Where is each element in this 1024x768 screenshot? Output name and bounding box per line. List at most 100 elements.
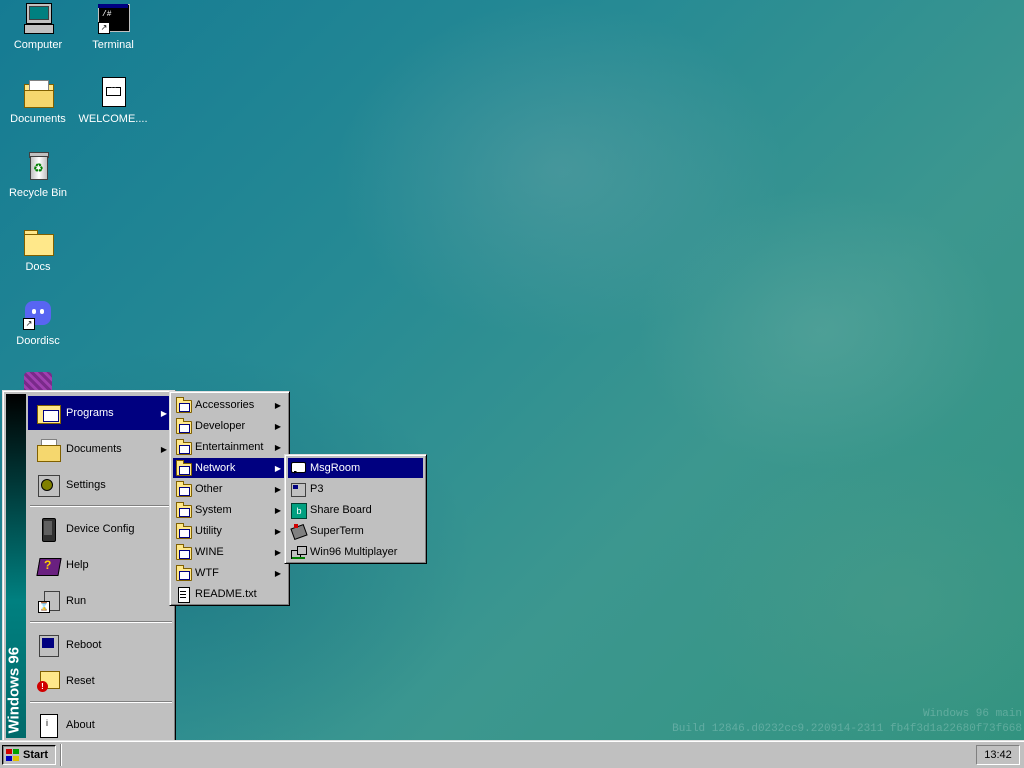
- start-menu-brand-band: Windows 96: [6, 394, 26, 738]
- programs-item-accessories[interactable]: Accessories ▶: [173, 395, 286, 415]
- submenu-arrow-icon: ▶: [274, 442, 281, 452]
- menu-separator: [30, 621, 172, 623]
- programs-item-label: Accessories: [195, 399, 255, 411]
- programs-item-label: Other: [195, 483, 223, 495]
- submenu-arrow-icon: ▶: [274, 526, 281, 536]
- folder-icon: [175, 481, 192, 497]
- desktop-icon-computer[interactable]: Computer: [0, 2, 76, 52]
- start-menu-item-about[interactable]: i About: [28, 708, 174, 742]
- programs-submenu: Accessories ▶ Developer ▶ Entertainment …: [169, 391, 290, 606]
- build-watermark-line2: Build 12846.d0232cc9.220914-2311 fb4f3d1…: [672, 723, 1022, 735]
- partial-desktop-icon: [24, 372, 52, 392]
- submenu-arrow-icon: ▶: [274, 421, 281, 431]
- start-menu-item-label: Documents: [66, 443, 122, 455]
- programs-icon: [36, 401, 61, 425]
- start-menu-item-label: Run: [66, 595, 87, 607]
- network-item-label: SuperTerm: [310, 525, 364, 537]
- network-item-label: Share Board: [310, 504, 372, 516]
- desktop-icon-recycle-bin[interactable]: ♻ Recycle Bin: [0, 150, 76, 200]
- system-tray-clock[interactable]: 13:42: [976, 745, 1020, 765]
- settings-icon: [36, 473, 60, 497]
- programs-item-wine[interactable]: WINE ▶: [173, 542, 286, 562]
- markdown-file-icon: M: [96, 76, 130, 110]
- clock-text: 13:42: [984, 749, 1012, 761]
- documents-icon: [36, 437, 61, 462]
- start-menu-item-label: Reset: [66, 675, 95, 687]
- programs-item-developer[interactable]: Developer ▶: [173, 416, 286, 436]
- desktop-icon-label: WELCOME....: [78, 113, 148, 125]
- desktop-icon-documents[interactable]: Documents: [0, 76, 76, 126]
- desktop-icon-docs[interactable]: Docs: [0, 224, 76, 274]
- help-icon: ?: [36, 553, 62, 577]
- network-item-msgroom[interactable]: MsgRoom: [288, 458, 423, 478]
- run-icon: ⌛: [36, 589, 60, 613]
- desktop-icon-terminal[interactable]: /# ↗ Terminal: [75, 2, 151, 52]
- desktop-icon-welcome[interactable]: M WELCOME....: [75, 76, 151, 126]
- start-menu-item-help[interactable]: ? Help: [28, 548, 174, 582]
- submenu-arrow-icon: ▶: [274, 484, 281, 494]
- programs-item-other[interactable]: Other ▶: [173, 479, 286, 499]
- multiplayer-icon: [290, 544, 307, 560]
- programs-item-label: WTF: [195, 567, 219, 579]
- folder-icon: [175, 523, 192, 539]
- text-file-icon: [175, 586, 191, 603]
- start-menu-item-label: Settings: [66, 479, 106, 491]
- taskbar: Start 13:42: [0, 740, 1024, 768]
- msgroom-icon: [290, 460, 306, 476]
- start-menu-item-documents[interactable]: Documents ▶: [28, 432, 174, 466]
- p3-icon: [290, 481, 306, 497]
- submenu-arrow-icon: ▶: [160, 408, 167, 418]
- start-menu-item-settings[interactable]: Settings: [28, 468, 174, 502]
- terminal-icon: /# ↗: [96, 2, 130, 36]
- folder-icon: [175, 565, 192, 581]
- network-item-p3[interactable]: P3: [288, 479, 423, 499]
- build-watermark-line1: Windows 96 main: [922, 708, 1022, 720]
- start-menu-item-label: Help: [66, 559, 89, 571]
- programs-item-wtf[interactable]: WTF ▶: [173, 563, 286, 583]
- start-menu-item-label: Reboot: [66, 639, 102, 651]
- submenu-arrow-icon: ▶: [274, 463, 281, 473]
- start-menu-item-programs[interactable]: Programs ▶: [28, 396, 174, 430]
- programs-item-label: Entertainment: [195, 441, 264, 453]
- share-board-icon: b: [290, 502, 307, 519]
- folder-icon: [21, 224, 55, 258]
- submenu-arrow-icon: ▶: [274, 568, 281, 578]
- superterm-icon: [290, 523, 308, 541]
- start-menu: Windows 96 Programs ▶ Documents ▶ Settin…: [2, 390, 176, 742]
- network-item-label: P3: [310, 483, 324, 495]
- network-item-share-board[interactable]: b Share Board: [288, 500, 423, 520]
- desktop-icon-label: Documents: [10, 113, 66, 125]
- about-icon: i: [36, 713, 60, 738]
- submenu-arrow-icon: ▶: [274, 505, 281, 515]
- folder-icon: [175, 418, 192, 434]
- programs-item-network[interactable]: Network ▶: [173, 458, 286, 478]
- reset-icon: !: [36, 669, 60, 693]
- programs-item-entertainment[interactable]: Entertainment ▶: [173, 437, 286, 457]
- desktop-icon-label: Recycle Bin: [8, 187, 68, 199]
- start-menu-item-label: Programs: [66, 407, 114, 419]
- start-menu-item-reboot[interactable]: Reboot: [28, 628, 174, 662]
- menu-separator: [30, 505, 172, 507]
- documents-folder-icon: [21, 76, 55, 110]
- folder-icon: [175, 544, 192, 560]
- start-menu-brand: Windows 96: [5, 646, 23, 734]
- programs-item-label: README.txt: [195, 588, 257, 600]
- programs-item-system[interactable]: System ▶: [173, 500, 286, 520]
- start-button[interactable]: Start: [2, 745, 56, 765]
- network-item-superterm[interactable]: SuperTerm: [288, 521, 423, 541]
- submenu-arrow-icon: ▶: [160, 444, 167, 454]
- programs-item-utility[interactable]: Utility ▶: [173, 521, 286, 541]
- programs-item-readme[interactable]: README.txt: [173, 584, 286, 604]
- programs-item-label: System: [195, 504, 232, 516]
- start-menu-item-run[interactable]: ⌛ Run: [28, 584, 174, 618]
- folder-icon: [175, 502, 192, 518]
- desktop-icon-label: Doordisc: [16, 335, 60, 347]
- start-menu-item-reset[interactable]: ! Reset: [28, 664, 174, 698]
- folder-icon: [175, 397, 192, 413]
- desktop-icon-label: Docs: [25, 261, 51, 273]
- taskbar-divider: [60, 744, 62, 766]
- start-menu-item-device-config[interactable]: Device Config: [28, 512, 174, 546]
- network-item-win96-multiplayer[interactable]: Win96 Multiplayer: [288, 542, 423, 562]
- programs-item-label: WINE: [195, 546, 224, 558]
- desktop-icon-doordisc[interactable]: ↗ Doordisc: [0, 298, 76, 348]
